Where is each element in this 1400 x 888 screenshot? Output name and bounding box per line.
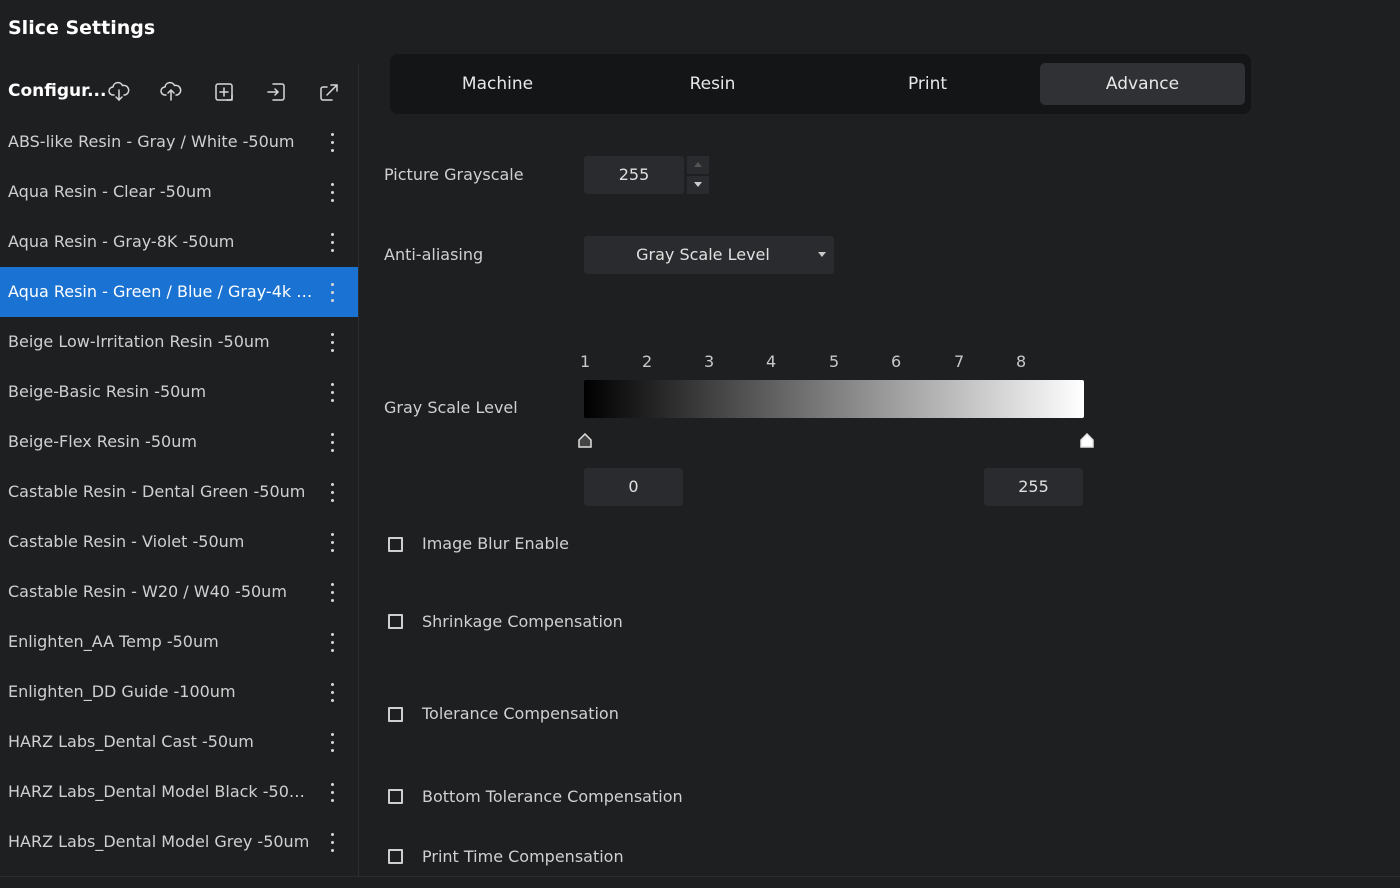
list-item-label: Castable Resin - Dental Green -50um	[8, 482, 306, 501]
tab-machine[interactable]: Machine	[395, 63, 600, 105]
resin-config-list: ABS-like Resin - Gray / White -50um Aqua…	[0, 117, 358, 867]
cloud-upload-icon[interactable]	[160, 81, 182, 103]
picture-grayscale-label: Picture Grayscale	[384, 165, 524, 184]
list-item[interactable]: Castable Resin - W20 / W40 -50um	[0, 567, 358, 617]
list-item-label: Beige Low-Irritation Resin -50um	[8, 332, 270, 351]
anti-aliasing-label: Anti-aliasing	[384, 245, 484, 264]
gray-level-tick: 4	[766, 352, 777, 371]
gray-scale-level-label: Gray Scale Level	[384, 398, 518, 417]
list-item[interactable]: Castable Resin - Violet -50um	[0, 517, 358, 567]
export-icon[interactable]	[318, 81, 340, 103]
list-item[interactable]: HARZ Labs_Dental Model Grey -50um	[0, 817, 358, 867]
list-item[interactable]: ABS-like Resin - Gray / White -50um	[0, 117, 358, 167]
shrinkage-compensation-label: Shrinkage Compensation	[422, 612, 623, 631]
list-item[interactable]: Aqua Resin - Clear -50um	[0, 167, 358, 217]
list-item[interactable]: Castable Resin - Dental Green -50um	[0, 467, 358, 517]
more-vertical-icon[interactable]	[325, 131, 339, 153]
more-vertical-icon[interactable]	[325, 831, 339, 853]
gray-level-tick: 6	[891, 352, 902, 371]
image-blur-label: Image Blur Enable	[422, 534, 569, 553]
gray-scale-gradient-bar	[584, 380, 1084, 418]
list-item-label: Enlighten_AA Temp -50um	[8, 632, 219, 651]
more-vertical-icon[interactable]	[325, 731, 339, 753]
gray-max-input[interactable]: 255	[984, 468, 1083, 506]
list-item[interactable]: Beige Low-Irritation Resin -50um	[0, 317, 358, 367]
tab-print[interactable]: Print	[825, 63, 1030, 105]
import-icon[interactable]	[265, 81, 287, 103]
chevron-up-icon	[694, 162, 702, 167]
list-item[interactable]: Beige-Basic Resin -50um	[0, 367, 358, 417]
tolerance-compensation-checkbox[interactable]	[388, 707, 403, 722]
more-vertical-icon[interactable]	[325, 781, 339, 803]
gray-level-tick: 3	[704, 352, 715, 371]
list-item-label: Aqua Resin - Gray-8K -50um	[8, 232, 235, 251]
shrinkage-compensation-checkbox[interactable]	[388, 614, 403, 629]
list-item-label: Castable Resin - Violet -50um	[8, 532, 245, 551]
config-header-label: Configur...	[8, 81, 107, 101]
more-vertical-icon[interactable]	[325, 531, 339, 553]
gray-level-tick: 7	[954, 352, 965, 371]
more-vertical-icon[interactable]	[325, 181, 339, 203]
list-item-label: Beige-Flex Resin -50um	[8, 432, 197, 451]
bottom-tolerance-compensation-label: Bottom Tolerance Compensation	[422, 787, 683, 806]
tolerance-compensation-label: Tolerance Compensation	[422, 704, 619, 723]
gray-level-tick: 5	[829, 352, 840, 371]
decrement-button[interactable]	[687, 176, 709, 194]
list-item-label: HARZ Labs_Dental Model Black -50um	[8, 782, 314, 801]
list-item-label: HARZ Labs_Dental Model Grey -50um	[8, 832, 310, 851]
list-item[interactable]: HARZ Labs_Dental Model Black -50um	[0, 767, 358, 817]
caret-down-icon	[818, 252, 826, 257]
gray-min-input[interactable]: 0	[584, 468, 683, 506]
image-blur-checkbox[interactable]	[388, 537, 403, 552]
gray-level-tick: 2	[642, 352, 653, 371]
more-vertical-icon[interactable]	[325, 631, 339, 653]
more-vertical-icon[interactable]	[325, 281, 339, 303]
tab-resin[interactable]: Resin	[610, 63, 815, 105]
list-item-label: Enlighten_DD Guide -100um	[8, 682, 236, 701]
list-item-label: Castable Resin - W20 / W40 -50um	[8, 582, 287, 601]
config-sidebar: Configur... ABS-like Resin - Gray / Whit…	[0, 64, 359, 876]
config-header: Configur...	[0, 64, 358, 118]
list-item-selected[interactable]: Aqua Resin - Green / Blue / Gray-4k / ..…	[0, 267, 358, 317]
list-item-label: Aqua Resin - Clear -50um	[8, 182, 212, 201]
list-item[interactable]: HARZ Labs_Dental Cast -50um	[0, 717, 358, 767]
list-item-label: Aqua Resin - Green / Blue / Gray-4k / ..…	[8, 282, 314, 301]
gray-level-tick: 1	[580, 352, 591, 371]
more-vertical-icon[interactable]	[325, 481, 339, 503]
list-item[interactable]: Aqua Resin - Gray-8K -50um	[0, 217, 358, 267]
tab-advance[interactable]: Advance	[1040, 63, 1245, 105]
increment-button[interactable]	[687, 156, 709, 174]
picture-grayscale-stepper	[687, 156, 709, 194]
settings-tab-bar: Machine Resin Print Advance	[390, 54, 1251, 114]
window-title: Slice Settings	[8, 17, 156, 39]
picture-grayscale-input[interactable]: 255	[584, 156, 684, 194]
list-item-label: ABS-like Resin - Gray / White -50um	[8, 132, 295, 151]
more-vertical-icon[interactable]	[325, 431, 339, 453]
list-item[interactable]: Beige-Flex Resin -50um	[0, 417, 358, 467]
add-config-icon[interactable]	[213, 81, 235, 103]
more-vertical-icon[interactable]	[325, 681, 339, 703]
anti-aliasing-select[interactable]: Gray Scale Level	[584, 236, 834, 274]
anti-aliasing-value: Gray Scale Level	[636, 245, 770, 264]
more-vertical-icon[interactable]	[325, 381, 339, 403]
list-item-label: Beige-Basic Resin -50um	[8, 382, 207, 401]
more-vertical-icon[interactable]	[325, 331, 339, 353]
more-vertical-icon[interactable]	[325, 581, 339, 603]
print-time-compensation-label: Print Time Compensation	[422, 847, 624, 866]
cloud-download-icon[interactable]	[108, 81, 130, 103]
bottom-divider	[0, 876, 1400, 877]
list-item-label: HARZ Labs_Dental Cast -50um	[8, 732, 254, 751]
print-time-compensation-checkbox[interactable]	[388, 849, 403, 864]
min-slider-handle[interactable]	[578, 433, 592, 449]
chevron-down-icon	[694, 182, 702, 187]
list-item[interactable]: Enlighten_AA Temp -50um	[0, 617, 358, 667]
gray-level-tick: 8	[1016, 352, 1027, 371]
list-item[interactable]: Enlighten_DD Guide -100um	[0, 667, 358, 717]
max-slider-handle[interactable]	[1080, 433, 1094, 449]
more-vertical-icon[interactable]	[325, 231, 339, 253]
bottom-tolerance-compensation-checkbox[interactable]	[388, 789, 403, 804]
